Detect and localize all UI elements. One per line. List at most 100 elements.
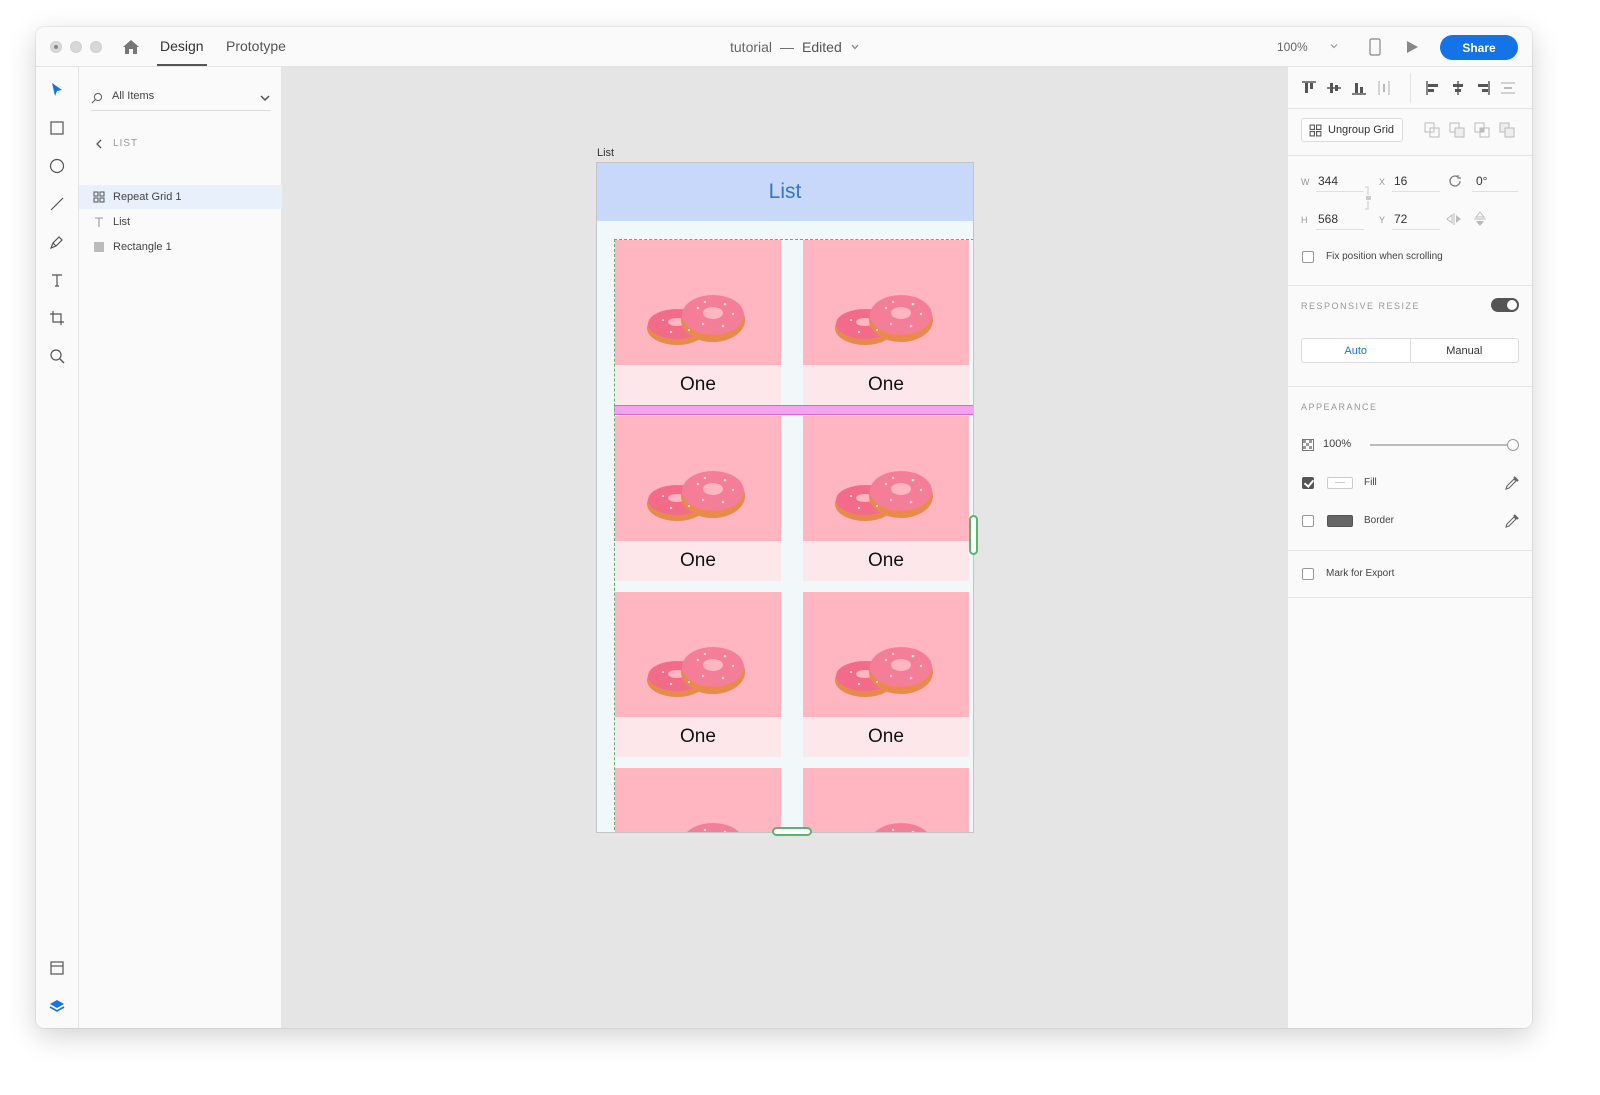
- resize-mode-segmented-control: Auto Manual: [1301, 338, 1519, 363]
- opacity-slider-track[interactable]: [1370, 444, 1516, 446]
- layer-label: List: [113, 216, 131, 228]
- align-top-icon[interactable]: [1301, 80, 1317, 96]
- document-status: Edited: [802, 39, 842, 55]
- distribute-horizontal-icon[interactable]: [1376, 80, 1392, 96]
- height-field[interactable]: 568: [1318, 212, 1338, 226]
- fill-color-swatch[interactable]: [1327, 477, 1353, 489]
- layers-panel-toggle[interactable]: [47, 996, 67, 1016]
- active-tab-indicator: [157, 64, 207, 66]
- chevron-down-icon: [260, 95, 270, 102]
- artboard-icon: [50, 311, 64, 325]
- layers-breadcrumb[interactable]: LIST: [95, 138, 138, 149]
- fix-position-label: Fix position when scrolling: [1326, 251, 1443, 262]
- y-field[interactable]: 72: [1394, 212, 1407, 226]
- boolean-exclude-icon[interactable]: [1499, 122, 1515, 138]
- layer-item-list-text[interactable]: List: [79, 210, 282, 234]
- ellipse-icon: [49, 158, 65, 174]
- assets-panel-toggle[interactable]: [47, 958, 67, 978]
- text-layer-icon: [95, 217, 103, 227]
- close-window-button[interactable]: [50, 41, 62, 53]
- boolean-subtract-icon[interactable]: [1449, 122, 1465, 138]
- ungroup-grid-button[interactable]: Ungroup Grid: [1301, 118, 1403, 142]
- maximize-window-button[interactable]: [90, 41, 102, 53]
- repeat-grid-horizontal-handle[interactable]: [969, 515, 978, 555]
- flip-horizontal-icon[interactable]: [1446, 212, 1462, 226]
- resize-mode-auto[interactable]: Auto: [1302, 339, 1411, 362]
- border-checkbox[interactable]: [1302, 515, 1314, 527]
- rectangle-tool[interactable]: [47, 118, 67, 138]
- title-bar: Design Prototype tutorial — Edited 100% …: [36, 27, 1532, 67]
- home-icon[interactable]: [121, 37, 141, 57]
- text-icon: [52, 274, 62, 287]
- layers-icon: [49, 1000, 65, 1012]
- zoom-tool[interactable]: [47, 346, 67, 366]
- device-preview-icon[interactable]: [1369, 38, 1381, 56]
- document-title[interactable]: tutorial — Edited: [730, 39, 860, 55]
- line-icon: [50, 197, 64, 211]
- repeat-grid-icon: [1309, 124, 1322, 136]
- select-arrow-icon: [52, 83, 62, 96]
- rectangle-icon: [50, 121, 64, 135]
- layers-panel: All Items LIST Repeat Grid 1 List Rectan…: [79, 67, 282, 1028]
- x-field-underline: [1392, 191, 1440, 192]
- layer-item-repeat-grid[interactable]: Repeat Grid 1: [79, 185, 282, 209]
- width-field[interactable]: 344: [1318, 174, 1338, 188]
- repeat-grid-vertical-handle[interactable]: [772, 827, 812, 836]
- artboard-list[interactable]: List One One One One One One: [596, 162, 974, 833]
- x-label: X: [1379, 177, 1386, 187]
- x-field[interactable]: 16: [1394, 174, 1407, 188]
- align-right-icon[interactable]: [1475, 80, 1491, 96]
- opacity-slider-thumb[interactable]: [1507, 439, 1519, 451]
- select-tool[interactable]: [47, 80, 67, 100]
- pen-tool[interactable]: [47, 232, 67, 252]
- text-tool[interactable]: [47, 270, 67, 290]
- mark-for-export-checkbox[interactable]: [1302, 568, 1314, 580]
- flip-vertical-icon[interactable]: [1473, 211, 1487, 227]
- fix-position-checkbox[interactable]: [1302, 251, 1314, 263]
- eyedropper-icon[interactable]: [1504, 475, 1520, 491]
- document-name: tutorial: [730, 39, 773, 55]
- repeat-grid-outline[interactable]: [614, 239, 973, 832]
- border-color-swatch[interactable]: [1327, 515, 1353, 527]
- artboard-tool[interactable]: [47, 308, 67, 328]
- fill-checkbox[interactable]: [1302, 477, 1314, 489]
- zoom-chevron-down-icon[interactable]: [1328, 40, 1340, 52]
- design-canvas[interactable]: List List One One One One One One: [282, 67, 1287, 1028]
- appearance-title: APPEARANCE: [1301, 402, 1378, 412]
- lock-aspect-icon[interactable]: [1364, 185, 1372, 211]
- rotate-icon: [1449, 175, 1461, 187]
- tab-prototype[interactable]: Prototype: [226, 38, 286, 54]
- responsive-resize-toggle[interactable]: [1491, 298, 1519, 312]
- artboard-label[interactable]: List: [597, 147, 614, 159]
- resize-mode-manual[interactable]: Manual: [1411, 339, 1519, 362]
- divider: [1288, 597, 1532, 598]
- layer-item-rectangle[interactable]: Rectangle 1: [79, 235, 282, 259]
- distribute-vertical-icon[interactable]: [1500, 80, 1516, 96]
- artboard-header[interactable]: List: [597, 163, 973, 221]
- boolean-intersect-icon[interactable]: [1474, 122, 1490, 138]
- ellipse-tool[interactable]: [47, 156, 67, 176]
- share-button[interactable]: Share: [1440, 35, 1518, 60]
- header-title: List: [768, 180, 802, 203]
- rotation-field[interactable]: 0°: [1476, 174, 1487, 188]
- chevron-left-icon: [96, 139, 102, 148]
- layer-label: Repeat Grid 1: [113, 191, 182, 203]
- line-tool[interactable]: [47, 194, 67, 214]
- zoom-level[interactable]: 100%: [1277, 40, 1308, 54]
- align-center-icon[interactable]: [1450, 80, 1466, 96]
- align-left-icon[interactable]: [1425, 80, 1441, 96]
- opacity-icon: [1302, 439, 1314, 451]
- height-label: H: [1301, 215, 1308, 225]
- align-bottom-icon[interactable]: [1351, 80, 1367, 96]
- minimize-window-button[interactable]: [70, 41, 82, 53]
- opacity-value[interactable]: 100%: [1323, 438, 1351, 450]
- boolean-add-icon[interactable]: [1424, 122, 1440, 138]
- layers-filter[interactable]: All Items: [91, 85, 271, 111]
- repeat-grid-icon: [93, 191, 105, 203]
- tab-design[interactable]: Design: [160, 38, 204, 54]
- align-divider: [1410, 73, 1411, 103]
- play-preview-icon[interactable]: [1404, 39, 1420, 55]
- eyedropper-icon[interactable]: [1504, 513, 1520, 529]
- align-middle-icon[interactable]: [1326, 80, 1342, 96]
- assets-icon: [50, 961, 64, 975]
